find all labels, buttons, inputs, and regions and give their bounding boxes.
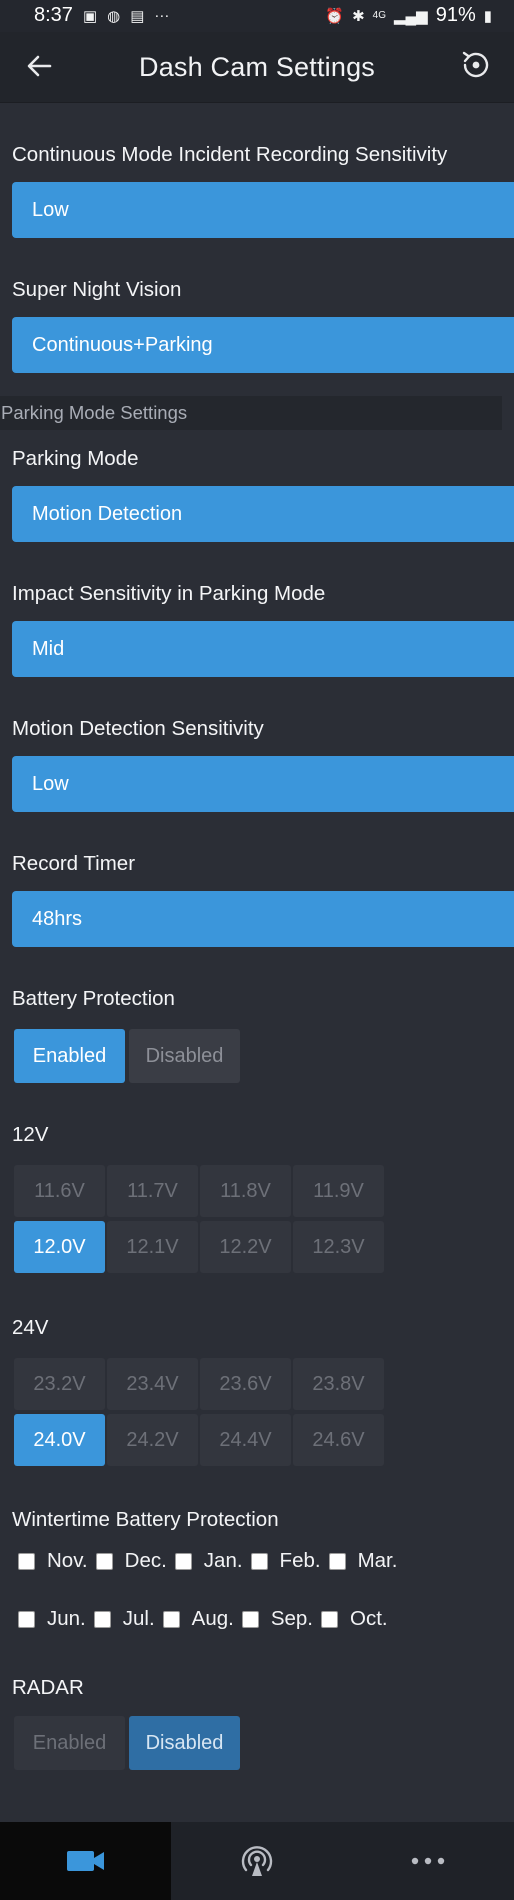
continuous-sensitivity-label: Continuous Mode Incident Recording Sensi…	[12, 143, 448, 166]
month-checkbox[interactable]: Nov.	[18, 1549, 88, 1573]
bluetooth-icon: ✱	[352, 7, 365, 25]
parking-section-header: Parking Mode Settings	[0, 396, 502, 430]
battery-protection-label: Battery Protection	[12, 987, 175, 1010]
checkbox[interactable]	[95, 1552, 113, 1570]
tab-more[interactable]	[342, 1822, 514, 1900]
alarm-icon: ⏰	[325, 7, 345, 25]
v12-label: 12V	[12, 1123, 49, 1146]
checkbox[interactable]	[18, 1610, 35, 1628]
status-time: 8:37	[34, 4, 73, 26]
wifi-broadcast-icon	[241, 1846, 272, 1876]
impact-sensitivity-label: Impact Sensitivity in Parking Mode	[12, 582, 326, 605]
v24-label: 24V	[12, 1316, 49, 1339]
v24-option[interactable]: 24.6V	[293, 1414, 384, 1466]
parking-mode-select[interactable]: Motion Detection	[12, 486, 514, 542]
v24-option[interactable]: 24.4V	[200, 1414, 291, 1466]
parking-mode-label: Parking Mode	[12, 447, 139, 470]
month-checkbox[interactable]: Jun.	[18, 1607, 86, 1631]
super-night-vision-label: Super Night Vision	[12, 278, 182, 301]
v12-option[interactable]: 12.3V	[293, 1221, 384, 1273]
checkbox[interactable]	[328, 1552, 346, 1570]
month-checkbox[interactable]: Aug.	[162, 1607, 234, 1631]
checkbox[interactable]	[162, 1610, 180, 1628]
month-label: Aug.	[191, 1607, 234, 1630]
continuous-sensitivity-select[interactable]: Low	[12, 182, 514, 238]
v12-option[interactable]: 11.7V	[107, 1165, 198, 1217]
impact-sensitivity-select[interactable]: Mid	[12, 621, 514, 677]
status-bar: 8:37 ▣ ◍ ▤ ··· ⏰ ✱ 4G ▂▄▆ 91% ▮	[0, 0, 514, 32]
bottom-nav	[0, 1822, 514, 1900]
battery-protection-disabled-button[interactable]: Disabled	[129, 1029, 240, 1083]
month-checkbox[interactable]: Mar.	[328, 1549, 398, 1573]
signal-icon: ▂▄▆	[394, 7, 428, 25]
v24-option[interactable]: 23.2V	[14, 1358, 105, 1410]
v12-option[interactable]: 12.1V	[107, 1221, 198, 1273]
battery-icon: ▮	[483, 7, 492, 25]
reset-button[interactable]	[456, 45, 496, 85]
month-label: Dec.	[124, 1549, 167, 1572]
month-label: Mar.	[357, 1549, 398, 1572]
battery-protection-enabled-button[interactable]: Enabled	[14, 1029, 125, 1083]
whatsapp-icon: ◍	[107, 7, 121, 25]
wintertime-months-row-1: Nov. Dec. Jan. Feb. Mar.	[18, 1549, 405, 1573]
more-horizontal-icon	[411, 1857, 445, 1865]
record-timer-label: Record Timer	[12, 852, 136, 875]
v12-option[interactable]: 12.2V	[200, 1221, 291, 1273]
v24-option[interactable]: 23.4V	[107, 1358, 198, 1410]
v12-option[interactable]: 11.8V	[200, 1165, 291, 1217]
v12-option[interactable]: 11.9V	[293, 1165, 384, 1217]
v12-option[interactable]: 11.6V	[14, 1165, 105, 1217]
month-label: Jan.	[203, 1549, 243, 1572]
v24-option-selected[interactable]: 24.0V	[14, 1414, 105, 1466]
month-checkbox[interactable]: Jul.	[93, 1607, 155, 1631]
record-timer-select[interactable]: 48hrs	[12, 891, 514, 947]
month-label: Nov.	[47, 1549, 88, 1572]
tab-wifi[interactable]	[171, 1822, 342, 1900]
month-checkbox[interactable]: Sep.	[241, 1607, 313, 1631]
camera-icon	[66, 1851, 104, 1871]
tab-camera[interactable]	[0, 1822, 171, 1900]
checkbox[interactable]	[321, 1610, 338, 1628]
motion-sensitivity-select[interactable]: Low	[12, 756, 514, 812]
bag-icon: ▤	[130, 7, 145, 25]
checkbox[interactable]	[18, 1552, 35, 1570]
month-label: Feb.	[279, 1549, 321, 1572]
v24-option[interactable]: 23.6V	[200, 1358, 291, 1410]
month-checkbox[interactable]: Oct.	[321, 1607, 388, 1631]
radar-label: RADAR	[12, 1676, 84, 1699]
image-icon: ▣	[82, 7, 98, 25]
4g-icon: 4G	[372, 10, 386, 21]
reset-icon	[462, 51, 489, 78]
radar-disabled-button[interactable]: Disabled	[129, 1716, 240, 1770]
battery-percent: 91%	[435, 4, 476, 26]
checkbox[interactable]	[241, 1610, 259, 1628]
radar-enabled-button[interactable]: Enabled	[14, 1716, 125, 1770]
checkbox[interactable]	[93, 1610, 111, 1628]
wintertime-months-row-2: Jun. Jul. Aug. Sep. Oct.	[18, 1607, 396, 1631]
v24-option[interactable]: 23.8V	[293, 1358, 384, 1410]
checkbox[interactable]	[250, 1552, 268, 1570]
month-label: Sep.	[270, 1607, 313, 1630]
v12-option-selected[interactable]: 12.0V	[14, 1221, 105, 1273]
month-checkbox[interactable]: Jan.	[174, 1549, 243, 1573]
wintertime-label: Wintertime Battery Protection	[12, 1508, 279, 1531]
super-night-vision-select[interactable]: Continuous+Parking	[12, 317, 514, 373]
page-title: Dash Cam Settings	[139, 52, 375, 82]
month-checkbox[interactable]: Feb.	[250, 1549, 321, 1573]
checkbox[interactable]	[174, 1552, 192, 1570]
month-label: Jun.	[47, 1607, 86, 1630]
month-label: Jul.	[122, 1607, 155, 1630]
v24-option[interactable]: 24.2V	[107, 1414, 198, 1466]
more-dots-icon: ···	[154, 7, 170, 24]
month-label: Oct.	[350, 1607, 388, 1630]
month-checkbox[interactable]: Dec.	[95, 1549, 167, 1573]
app-bar: Dash Cam Settings	[0, 32, 514, 102]
motion-sensitivity-label: Motion Detection Sensitivity	[12, 717, 264, 740]
